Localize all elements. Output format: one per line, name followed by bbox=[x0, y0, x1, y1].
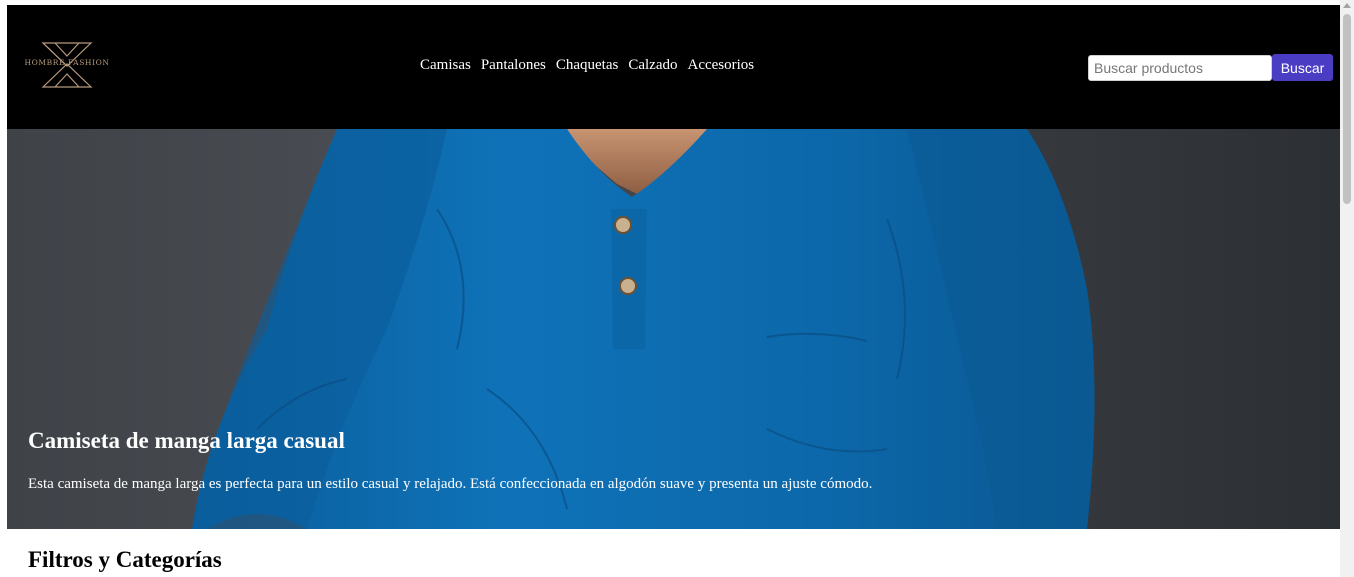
hero-banner: Camiseta de manga larga casual Esta cami… bbox=[7, 129, 1340, 529]
hero-description: Esta camiseta de manga larga es perfecta… bbox=[28, 476, 873, 492]
hero-shirt-image bbox=[192, 129, 1095, 529]
nav-item-camisas[interactable]: Camisas bbox=[420, 57, 471, 74]
search-form: Buscar bbox=[1088, 54, 1333, 81]
page-frame: HOMBRE FASHION Camisas Pantalones Chaque… bbox=[7, 5, 1340, 529]
nav-item-chaquetas[interactable]: Chaquetas bbox=[556, 57, 618, 74]
scroll-up-icon[interactable] bbox=[1343, 3, 1351, 8]
filters-heading: Filtros y Categorías bbox=[28, 547, 222, 572]
scroll-thumb[interactable] bbox=[1343, 14, 1351, 204]
hero-title: Camiseta de manga larga casual bbox=[28, 428, 345, 453]
search-button[interactable]: Buscar bbox=[1272, 54, 1333, 81]
main-nav: Camisas Pantalones Chaquetas Calzado Acc… bbox=[420, 57, 754, 74]
search-input[interactable] bbox=[1088, 54, 1272, 81]
page-scrollbar[interactable] bbox=[1340, 0, 1354, 577]
site-header: HOMBRE FASHION Camisas Pantalones Chaque… bbox=[7, 5, 1340, 129]
brand-logo[interactable]: HOMBRE FASHION bbox=[21, 42, 113, 88]
nav-item-calzado[interactable]: Calzado bbox=[628, 57, 677, 74]
nav-item-accesorios[interactable]: Accesorios bbox=[687, 57, 754, 74]
logo-text: HOMBRE FASHION bbox=[24, 58, 110, 67]
nav-item-pantalones[interactable]: Pantalones bbox=[481, 57, 546, 74]
